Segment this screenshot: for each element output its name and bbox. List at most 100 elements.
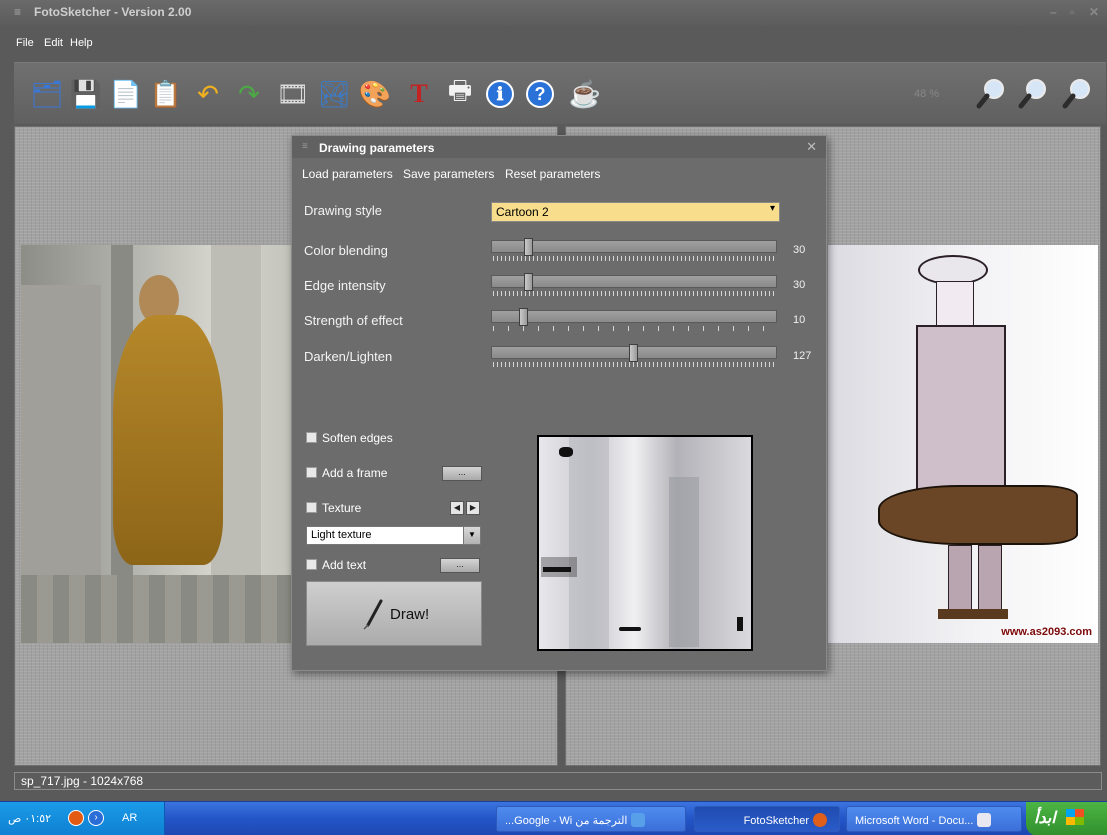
undo-icon[interactable]: ↶ [191, 77, 225, 111]
title-bar: ≡ FotoSketcher - Version 2.00 – ▫ ✕ [0, 0, 1107, 26]
dialog-title: Drawing parameters [319, 141, 435, 155]
menu-file[interactable]: File [16, 37, 34, 49]
add-text-option[interactable]: Add text [306, 558, 366, 572]
draw-button[interactable]: Draw! [306, 581, 482, 646]
taskbar-item-word[interactable]: Microsoft Word - Docu... [846, 806, 1022, 832]
status-bar: sp_717.jpg - 1024x768 [14, 772, 1102, 790]
slider-track[interactable] [491, 275, 777, 288]
paint-palette-icon[interactable]: 🎨 [358, 77, 392, 111]
texture-prev-button[interactable]: ◀ [450, 501, 464, 515]
texture-value: Light texture [311, 529, 372, 541]
slider-thumb[interactable] [629, 344, 638, 362]
redo-icon[interactable]: ↷ [232, 77, 266, 111]
frame-browse-button[interactable]: ... [442, 466, 482, 481]
save-parameters-link[interactable]: Save parameters [403, 167, 494, 181]
dropdown-arrow-icon[interactable]: ▾ [770, 203, 775, 214]
file-info: sp_717.jpg - 1024x768 [21, 774, 144, 788]
texture-label: Texture [322, 501, 362, 515]
tray-arrow-icon[interactable]: › [88, 810, 104, 826]
soften-edges-label: Soften edges [322, 431, 393, 445]
drawing-style-label: Drawing style [304, 203, 383, 218]
tray-app-icon[interactable] [68, 810, 84, 826]
fotosketcher-window: ≡ FotoSketcher - Version 2.00 – ▫ ✕ File… [0, 0, 1107, 835]
close-icon[interactable]: ✕ [1089, 5, 1099, 19]
task-label: Microsoft Word - Docu... [855, 815, 974, 827]
slider-ticks [493, 362, 775, 367]
sketch-result-image: www.as2093.com [828, 245, 1098, 643]
start-button[interactable]: ابدأ [1026, 802, 1107, 835]
edge-intensity-value: 30 [793, 279, 806, 291]
minimize-icon[interactable]: – [1050, 5, 1057, 19]
zoom-level: 48 % [914, 88, 940, 100]
language-indicator[interactable]: AR [122, 812, 137, 824]
save-disk-icon[interactable]: 💾 [69, 77, 103, 111]
add-frame-checkbox[interactable] [306, 467, 317, 478]
menu-help[interactable]: Help [70, 37, 93, 49]
paste-icon[interactable]: 📋 [149, 77, 183, 111]
help-icon[interactable]: ? [526, 80, 554, 108]
darken-lighten-value: 127 [793, 350, 812, 362]
add-text-checkbox[interactable] [306, 559, 317, 570]
slider-track[interactable] [491, 310, 777, 323]
filmstrip-icon[interactable]: 🎞 [276, 77, 310, 111]
dialog-close-icon[interactable]: ✕ [806, 139, 817, 155]
draw-button-label: Draw! [390, 606, 430, 623]
slider-thumb[interactable] [524, 238, 533, 256]
text-browse-button[interactable]: ... [440, 558, 480, 573]
pencil-icon [363, 599, 383, 630]
color-blending-label: Color blending [304, 243, 388, 258]
taskbar-item-fotosketcher[interactable]: FotoSketcher [694, 806, 840, 832]
texture-checkbox[interactable] [306, 502, 317, 513]
zoom-in-icon[interactable] [1060, 77, 1094, 111]
preview-thumbnail[interactable] [537, 435, 753, 651]
darken-lighten-slider[interactable] [491, 344, 777, 368]
slider-track[interactable] [491, 240, 777, 253]
soften-edges-option[interactable]: Soften edges [306, 431, 393, 445]
texture-next-button[interactable]: ▶ [466, 501, 480, 515]
color-blending-slider[interactable] [491, 238, 777, 262]
soften-edges-checkbox[interactable] [306, 432, 317, 443]
info-icon[interactable]: ℹ [486, 80, 514, 108]
windows-taskbar: ٠١:٥٢ ص › AR ...Google - Wi الترجمة من F… [0, 801, 1107, 835]
edge-intensity-label: Edge intensity [304, 278, 386, 293]
landscape-icon[interactable]: 🏞 [317, 77, 351, 111]
watermark-text: www.as2093.com [1001, 626, 1092, 638]
word-document-icon [977, 813, 992, 827]
tray-clock[interactable]: ٠١:٥٢ ص [8, 812, 51, 825]
slider-thumb[interactable] [524, 273, 533, 291]
start-label: ابدأ [1034, 810, 1056, 827]
slider-ticks [493, 291, 775, 296]
dropdown-arrow-icon[interactable]: ▼ [463, 527, 480, 544]
drawing-parameters-dialog: ≡ Drawing parameters ✕ Load parameters S… [291, 135, 827, 671]
texture-select[interactable]: Light texture ▼ [306, 526, 481, 545]
strength-of-effect-value: 10 [793, 314, 806, 326]
dialog-menu-icon[interactable]: ≡ [302, 141, 308, 152]
load-parameters-link[interactable]: Load parameters [302, 167, 393, 181]
add-text-label: Add text [322, 558, 367, 572]
zoom-fit-icon[interactable] [974, 77, 1008, 111]
slider-ticks [493, 256, 775, 261]
open-folder-icon[interactable]: 🗂 [30, 77, 64, 111]
texture-option[interactable]: Texture [306, 501, 361, 515]
printer-icon[interactable]: 🖶 [443, 75, 477, 111]
text-tool-icon[interactable]: T [402, 77, 436, 111]
strength-of-effect-slider[interactable] [491, 308, 777, 332]
task-label: FotoSketcher [743, 815, 809, 827]
slider-thumb[interactable] [519, 308, 528, 326]
reset-parameters-link[interactable]: Reset parameters [505, 167, 600, 181]
zoom-actual-icon[interactable] [1016, 77, 1050, 111]
maximize-icon[interactable]: ▫ [1070, 5, 1074, 19]
taskbar-item-browser[interactable]: ...Google - Wi الترجمة من [496, 806, 686, 832]
add-frame-option[interactable]: Add a frame [306, 466, 387, 480]
dialog-title-bar: ≡ Drawing parameters ✕ [292, 136, 826, 158]
copy-icon[interactable]: 📄 [109, 77, 143, 111]
edge-intensity-slider[interactable] [491, 273, 777, 297]
original-photo [21, 245, 301, 643]
darken-lighten-label: Darken/Lighten [304, 349, 393, 364]
system-tray: ٠١:٥٢ ص › AR [0, 802, 165, 835]
drawing-style-select[interactable]: Cartoon 2 ▾ [491, 202, 780, 222]
menu-edit[interactable]: Edit [44, 37, 63, 49]
system-menu-icon[interactable]: ≡ [14, 5, 21, 19]
coffee-cup-icon[interactable]: ☕ [568, 77, 602, 111]
windows-logo-icon [1066, 809, 1085, 825]
